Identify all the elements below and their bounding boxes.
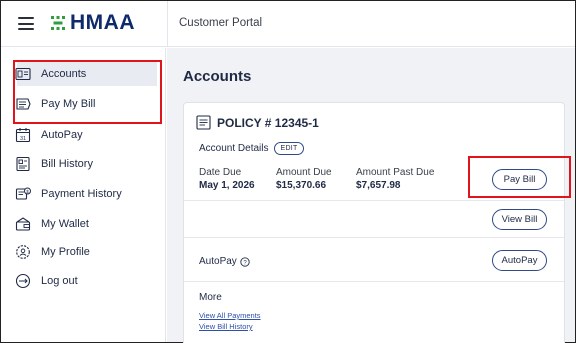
portal-title: Customer Portal (179, 17, 263, 29)
edit-button[interactable]: EDIT (274, 142, 304, 155)
hamburger-menu-icon[interactable] (18, 17, 34, 30)
sidebar-item-label: Pay My Bill (41, 98, 96, 110)
date-due-label: Date Due (199, 167, 242, 178)
policy-card: POLICY # 12345-1 Account Details EDIT Da… (183, 102, 565, 343)
divider (184, 281, 564, 282)
profile-gear-icon (16, 245, 30, 259)
hmaa-logo-icon (51, 16, 65, 30)
amount-due-column: Amount Due $15,370.66 (276, 166, 332, 192)
sidebar-item-accounts[interactable]: Accounts (15, 63, 86, 85)
sidebar-item-pay-my-bill[interactable]: Pay My Bill (15, 93, 95, 115)
payment-history-icon: $ (15, 187, 31, 200)
top-header: HMAA Customer Portal (1, 1, 575, 47)
sidebar-item-autopay[interactable]: 31 AutoPay (15, 124, 83, 146)
date-due-value: May 1, 2026 (199, 180, 255, 191)
calendar-icon: 31 (15, 128, 31, 143)
bill-history-icon (16, 156, 30, 172)
logout-icon (15, 273, 31, 289)
pay-bill-button[interactable]: Pay Bill (492, 169, 547, 190)
main-content: Accounts POLICY # 12345-1 Account Detail… (167, 48, 575, 343)
header-divider (167, 1, 168, 47)
logo-text: HMAA (70, 11, 135, 34)
sidebar: Accounts Pay My Bill 31 AutoPay Bill His (1, 48, 166, 342)
view-bill-history-link[interactable]: View Bill History (199, 322, 253, 331)
logo: HMAA (49, 11, 135, 34)
amount-past-due-value: $7,657.98 (356, 180, 401, 191)
sidebar-item-log-out[interactable]: Log out (15, 270, 78, 292)
sidebar-item-my-profile[interactable]: My Profile (15, 241, 90, 263)
amount-past-due-label: Amount Past Due (356, 167, 435, 178)
page-title: Accounts (183, 68, 252, 85)
sidebar-item-payment-history[interactable]: $ Payment History (15, 183, 122, 205)
account-details-row: Account Details EDIT (199, 142, 304, 155)
sidebar-item-label: Bill History (41, 158, 93, 170)
autopay-button[interactable]: AutoPay (492, 250, 547, 271)
sidebar-item-label: Payment History (41, 188, 122, 200)
view-all-payments-link[interactable]: View All Payments (199, 311, 261, 320)
sidebar-item-label: AutoPay (41, 129, 83, 141)
divider (184, 237, 564, 238)
wallet-icon (15, 217, 31, 231)
account-details-label: Account Details (199, 143, 269, 154)
accounts-icon (15, 67, 31, 81)
sidebar-item-label: Accounts (41, 68, 87, 80)
date-due-column: Date Due May 1, 2026 (199, 166, 255, 192)
view-bill-button[interactable]: View Bill (492, 209, 547, 230)
svg-text:31: 31 (20, 136, 26, 142)
sidebar-item-bill-history[interactable]: Bill History (15, 153, 93, 175)
sidebar-item-my-wallet[interactable]: My Wallet (15, 213, 89, 235)
help-icon[interactable]: ? (240, 256, 250, 267)
pay-bill-icon (16, 98, 31, 110)
amount-due-label: Amount Due (276, 167, 332, 178)
amount-past-due-column: Amount Past Due $7,657.98 (356, 166, 434, 192)
sidebar-item-label: My Wallet (41, 218, 89, 230)
autopay-row-label: AutoPay ? (199, 256, 250, 267)
autopay-label: AutoPay (199, 256, 237, 267)
policy-number: POLICY # 12345-1 (217, 115, 319, 130)
sidebar-item-label: My Profile (41, 246, 90, 258)
more-label: More (199, 292, 222, 303)
divider (184, 200, 564, 201)
policy-header: POLICY # 12345-1 (196, 115, 319, 130)
sidebar-item-label: Log out (41, 275, 78, 287)
amount-due-value: $15,370.66 (276, 180, 327, 191)
document-icon (196, 115, 211, 130)
